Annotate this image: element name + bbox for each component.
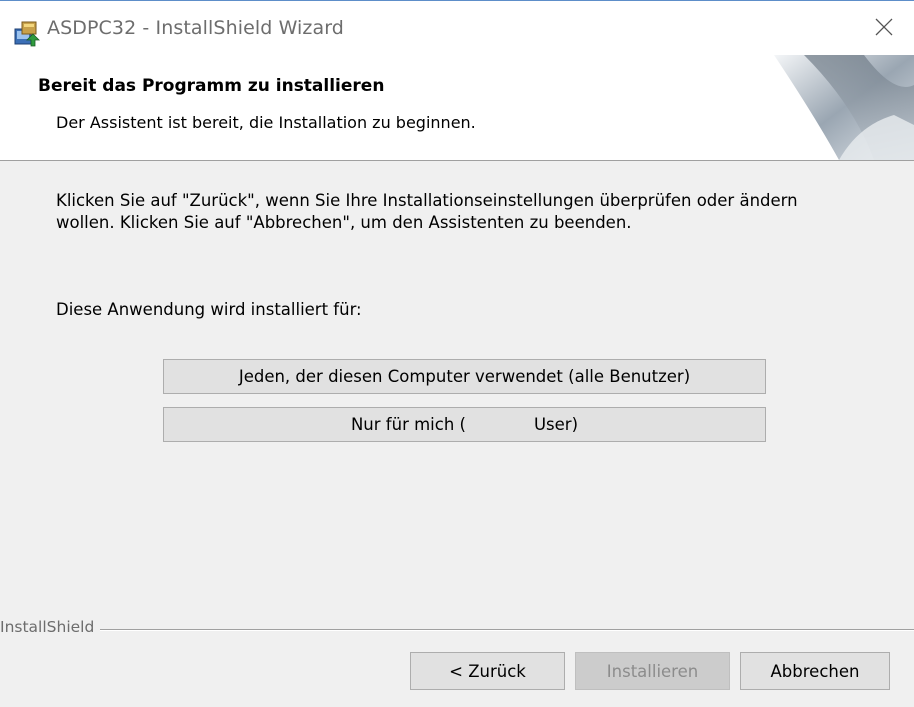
header-banner-graphic — [744, 55, 914, 160]
cancel-button[interactable]: Abbrechen — [740, 652, 890, 690]
close-icon — [875, 18, 893, 40]
install-button[interactable]: Installieren — [575, 652, 730, 690]
installer-app-icon — [13, 20, 41, 48]
install-only-me-button[interactable]: Nur für mich ( User) — [163, 407, 766, 442]
title-bar[interactable]: ASDPC32 - InstallShield Wizard — [0, 0, 914, 55]
install-only-me-label-prefix: Nur für mich ( — [350, 415, 466, 434]
wizard-header: Bereit das Programm zu installieren Der … — [0, 55, 914, 161]
back-button-label: < Zurück — [449, 661, 526, 681]
installer-window: ASDPC32 - InstallShield Wizard Bereit da… — [0, 0, 914, 707]
instruction-line-2: wollen. Klicken Sie auf "Abbrechen", um … — [56, 213, 632, 232]
instruction-line-1: Klicken Sie auf "Zurück", wenn Sie Ihre … — [56, 191, 798, 210]
page-subtitle: Der Assistent ist bereit, die Installati… — [56, 113, 476, 132]
instruction-text: Klicken Sie auf "Zurück", wenn Sie Ihre … — [56, 190, 876, 234]
install-only-me-label-suffix: User) — [533, 415, 579, 434]
installshield-brand-label: InstallShield — [0, 618, 101, 636]
install-all-users-label: Jeden, der diesen Computer verwendet (al… — [238, 367, 691, 386]
close-button[interactable] — [854, 1, 914, 56]
install-all-users-button[interactable]: Jeden, der diesen Computer verwendet (al… — [163, 359, 766, 394]
divider-line — [0, 629, 914, 631]
page-title: Bereit das Programm zu installieren — [38, 76, 385, 96]
install-button-label: Installieren — [606, 661, 699, 681]
install-for-label: Diese Anwendung wird installiert für: — [56, 300, 362, 319]
back-button[interactable]: < Zurück — [410, 652, 565, 690]
window-title: ASDPC32 - InstallShield Wizard — [47, 17, 344, 39]
cancel-button-label: Abbrechen — [770, 661, 860, 681]
brand-divider: InstallShield — [0, 618, 914, 640]
